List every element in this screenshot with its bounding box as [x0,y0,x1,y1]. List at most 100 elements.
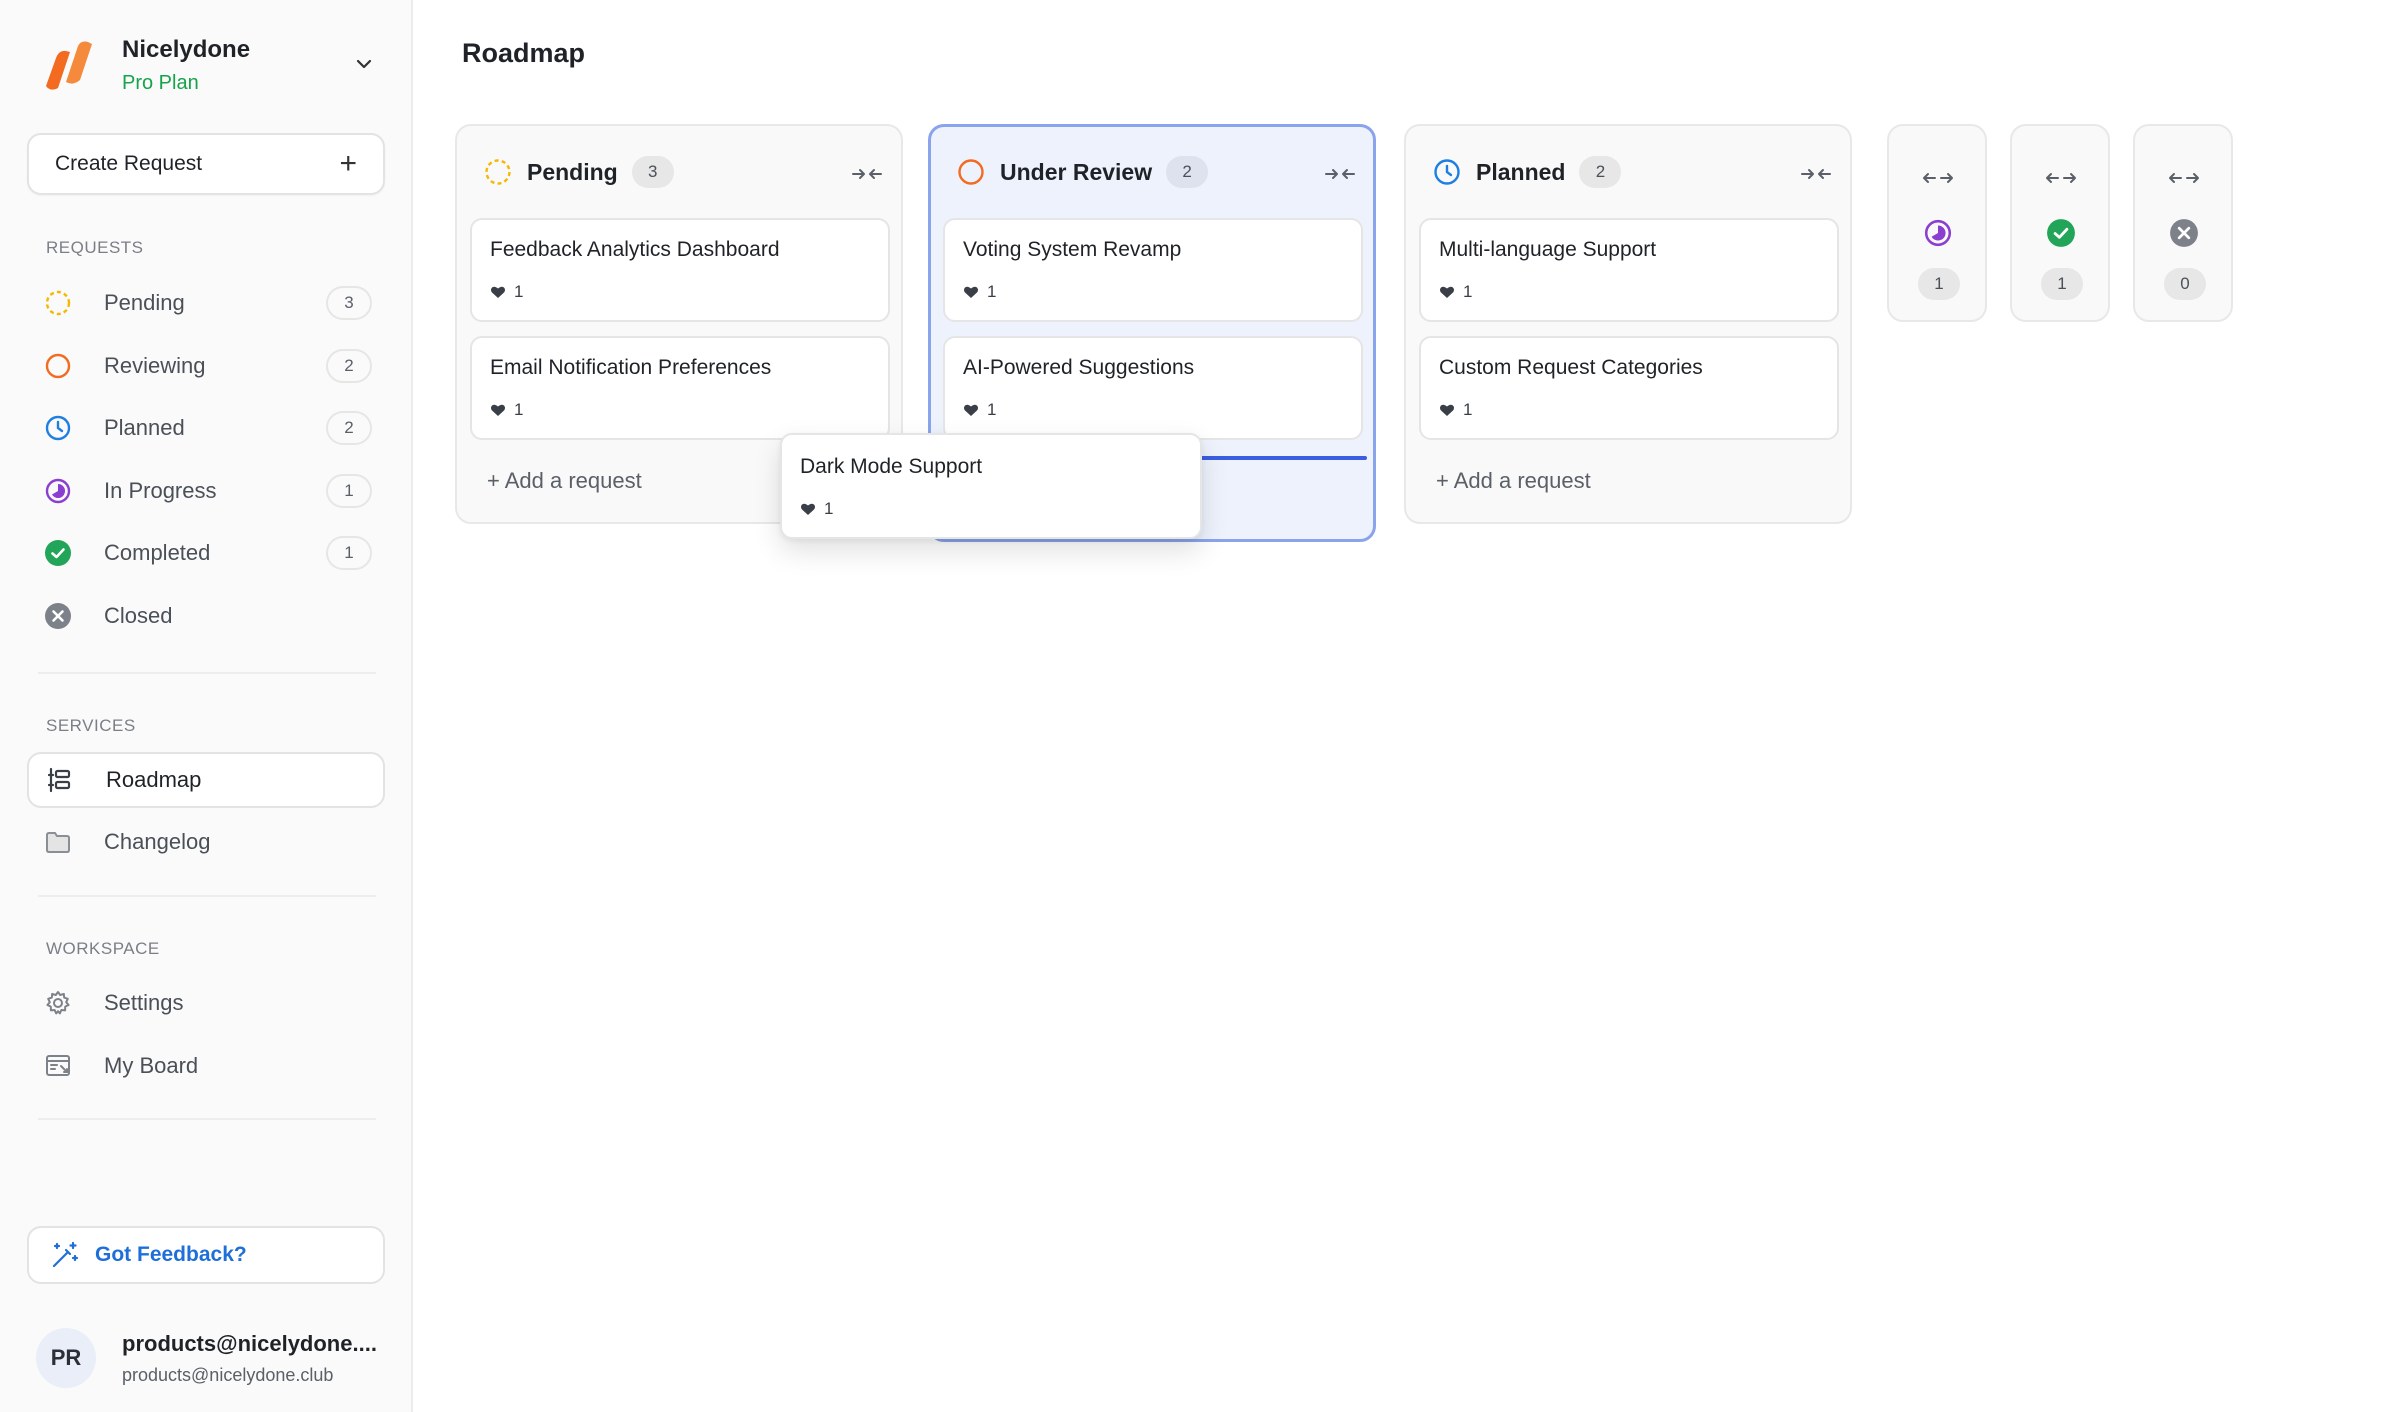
column-count: 2 [1166,156,1209,188]
roadmap-icon [45,765,75,795]
create-request-button[interactable]: Create Request + [27,133,385,195]
collapsed-column-closed[interactable]: 0 [2133,124,2233,322]
card-title: Dark Mode Support [800,455,983,478]
sidebar-item-reviewing[interactable]: Reviewing 2 [27,338,385,394]
got-feedback-button[interactable]: Got Feedback? [27,1226,385,1284]
sidebar-item-label: Settings [104,990,184,1015]
magic-wand-icon [52,1241,79,1268]
collapse-icon[interactable] [1324,162,1356,186]
collapse-icon[interactable] [1800,162,1832,186]
sidebar-item-roadmap[interactable]: Roadmap [27,752,385,808]
user-name: products@nicelydone.... [122,1330,377,1356]
divider [38,672,376,674]
card-votes: 1 [987,282,997,301]
vote-icon[interactable] [800,501,816,517]
column-count: 1 [2041,268,2083,300]
chevron-down-icon[interactable] [350,50,378,78]
column-count: 3 [631,156,674,188]
request-card[interactable]: Feedback Analytics Dashboard 1 [470,218,890,322]
card-title: AI-Powered Suggestions [963,356,1195,379]
sidebar-item-label: Changelog [104,829,211,854]
dragging-card[interactable]: Dark Mode Support 1 [780,433,1202,539]
expand-icon[interactable] [2045,166,2077,190]
divider [38,1118,376,1120]
column-count: 1 [1918,268,1960,300]
card-title: Voting System Revamp [963,238,1182,261]
vote-icon[interactable] [490,402,506,418]
sidebar-item-label: Planned [104,415,185,440]
collapse-icon[interactable] [851,162,883,186]
add-request-button[interactable]: + Add a request [1436,468,1591,494]
request-card[interactable]: Email Notification Preferences 1 [470,336,890,440]
card-title: Custom Request Categories [1439,356,1703,379]
vote-icon[interactable] [963,284,979,300]
user-profile[interactable]: PR products@nicelydone.... products@nice… [36,1328,377,1388]
section-title-requests: REQUESTS [46,238,144,257]
user-email: products@nicelydone.club [122,1364,334,1385]
sidebar-item-label: Roadmap [106,767,202,792]
request-card[interactable]: AI-Powered Suggestions 1 [943,336,1363,440]
org-plan: Pro Plan [122,71,199,94]
expand-icon[interactable] [1922,166,1954,190]
expand-icon[interactable] [2168,166,2200,190]
card-title: Email Notification Preferences [490,356,772,379]
sidebar-item-settings[interactable]: Settings [27,975,385,1031]
vote-icon[interactable] [1439,402,1455,418]
sidebar-item-closed[interactable]: Closed [27,588,385,644]
sidebar-item-label: My Board [104,1053,199,1078]
card-title: Multi-language Support [1439,238,1657,261]
folder-icon [43,827,73,857]
reviewing-circle-icon [956,157,986,187]
divider [38,895,376,897]
card-title: Feedback Analytics Dashboard [490,238,780,261]
card-votes: 1 [987,400,997,419]
vote-icon[interactable] [963,402,979,418]
card-votes: 1 [1463,282,1473,301]
sidebar-item-completed[interactable]: Completed 1 [27,525,385,581]
card-votes: 1 [824,499,834,518]
vote-icon[interactable] [1439,284,1455,300]
x-circle-icon [2170,219,2198,247]
x-circle-icon [43,601,73,631]
add-request-button[interactable]: + Add a request [487,468,642,494]
org-name: Nicelydone [122,35,251,63]
clock-icon [1432,157,1462,187]
request-card[interactable]: Custom Request Categories 1 [1419,336,1839,440]
org-logo [38,36,96,94]
half-circle-icon [1924,219,1952,247]
org-switcher[interactable]: Nicelydone Pro Plan [38,30,378,100]
check-circle-icon [43,538,73,568]
sidebar-item-count: 3 [326,286,372,320]
column-title: Planned [1476,158,1566,185]
request-card[interactable]: Voting System Revamp 1 [943,218,1363,322]
got-feedback-label: Got Feedback? [95,1243,247,1266]
sidebar-item-label: Completed [104,540,211,565]
half-circle-icon [43,476,73,506]
drop-indicator [1199,456,1367,460]
sidebar-item-count: 2 [326,349,372,383]
column-title: Pending [527,158,618,185]
card-votes: 1 [1463,400,1473,419]
collapsed-column-completed[interactable]: 1 [2010,124,2110,322]
sidebar-item-my-board[interactable]: My Board [27,1038,385,1094]
gear-icon [43,988,73,1018]
plus-icon: + [339,147,357,180]
vote-icon[interactable] [490,284,506,300]
card-votes: 1 [514,400,524,419]
collapsed-column-in-progress[interactable]: 1 [1887,124,1987,322]
request-card[interactable]: Multi-language Support 1 [1419,218,1839,322]
sidebar-item-pending[interactable]: Pending 3 [27,275,385,331]
clock-icon [43,413,73,443]
sidebar-item-label: Reviewing [104,353,206,378]
sidebar-item-in-progress[interactable]: In Progress 1 [27,463,385,519]
sidebar-item-count: 1 [326,474,372,508]
sidebar-item-planned[interactable]: Planned 2 [27,400,385,456]
column-planned: Planned 2 Multi-language Support 1 Custo… [1404,124,1852,524]
create-request-label: Create Request [55,152,203,175]
section-title-workspace: WORKSPACE [46,939,160,958]
sidebar-item-changelog[interactable]: Changelog [27,814,385,870]
card-votes: 1 [514,282,524,301]
reviewing-circle-icon [43,351,73,381]
sidebar-item-label: Closed [104,603,173,628]
column-count: 2 [1579,156,1622,188]
